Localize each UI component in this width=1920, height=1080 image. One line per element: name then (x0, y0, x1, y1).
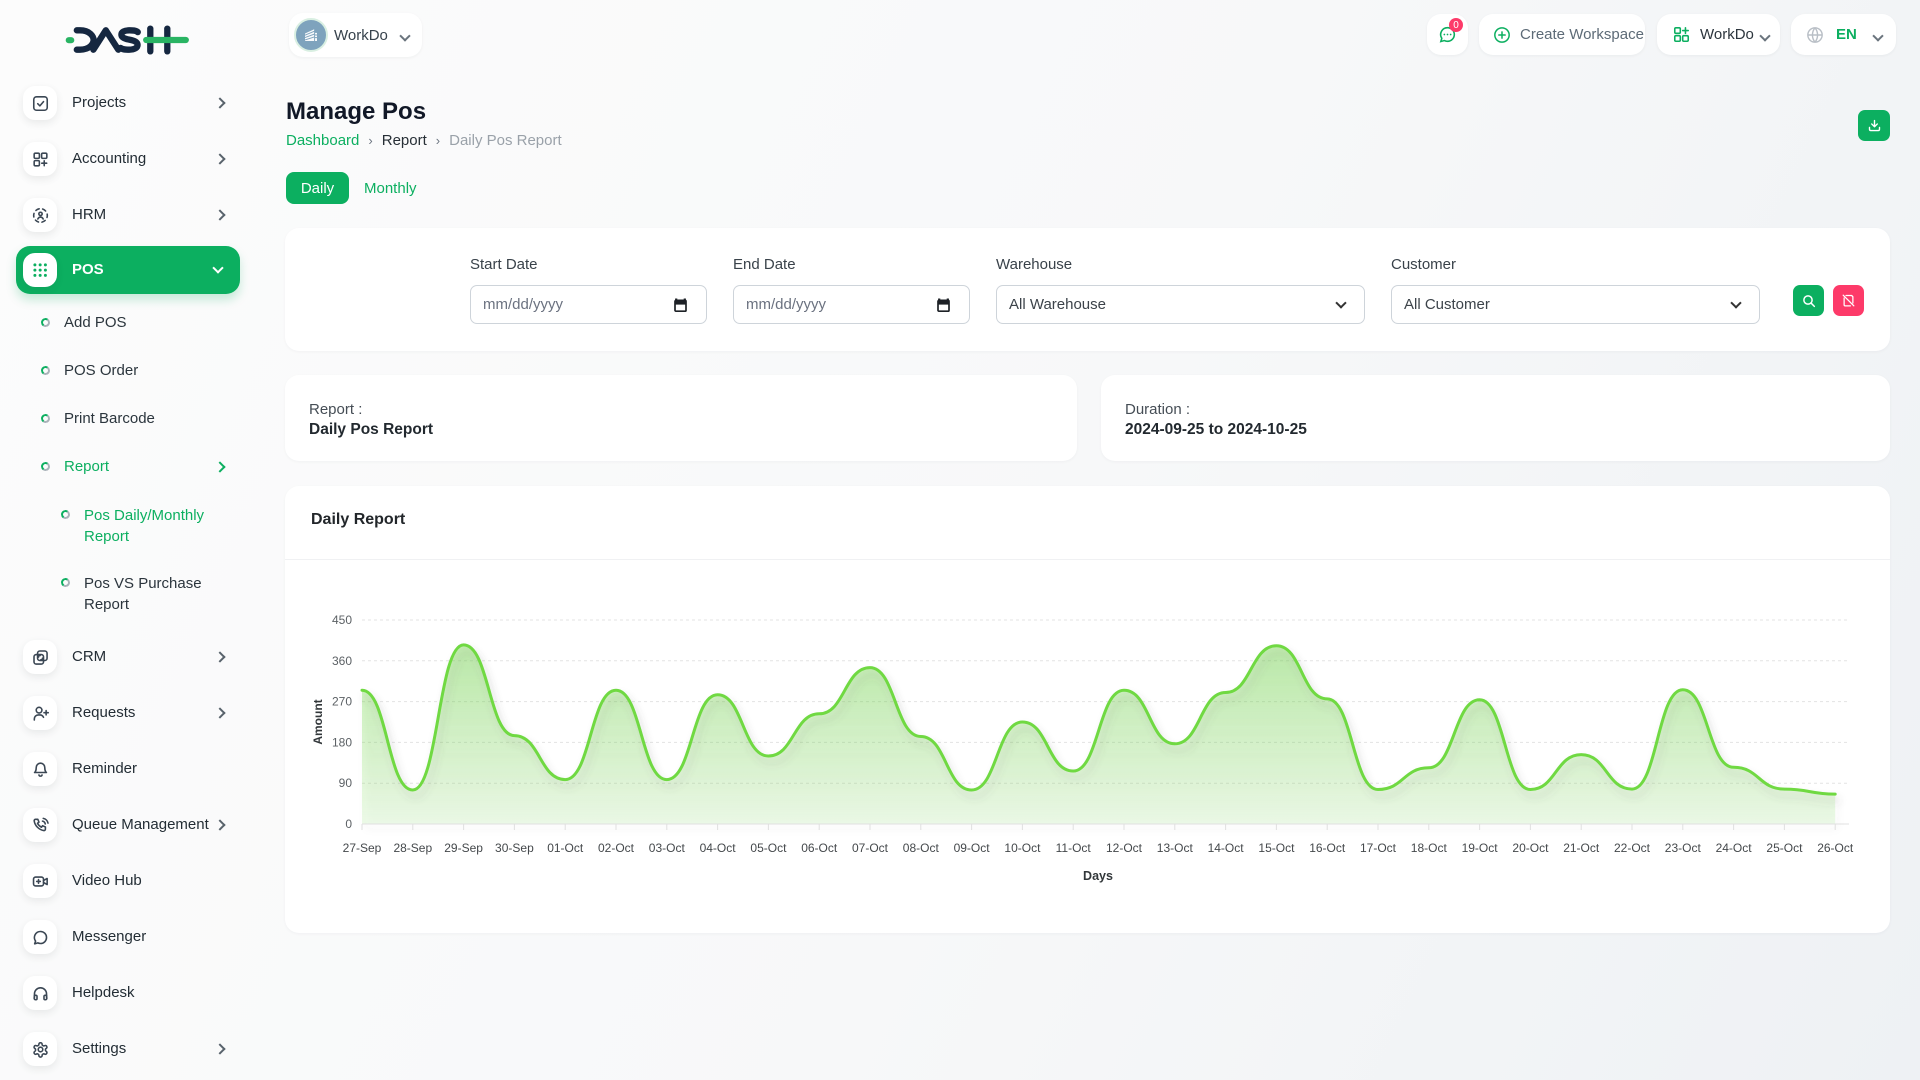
svg-text:28-Sep: 28-Sep (393, 841, 432, 855)
svg-text:23-Oct: 23-Oct (1665, 841, 1702, 855)
svg-text:03-Oct: 03-Oct (649, 841, 686, 855)
svg-text:04-Oct: 04-Oct (700, 841, 737, 855)
svg-text:19-Oct: 19-Oct (1462, 841, 1499, 855)
svg-text:14-Oct: 14-Oct (1208, 841, 1245, 855)
svg-text:01-Oct: 01-Oct (547, 841, 584, 855)
svg-text:11-Oct: 11-Oct (1056, 841, 1092, 855)
svg-text:02-Oct: 02-Oct (598, 841, 635, 855)
svg-text:90: 90 (339, 776, 353, 790)
svg-text:08-Oct: 08-Oct (903, 841, 940, 855)
svg-text:22-Oct: 22-Oct (1614, 841, 1651, 855)
svg-text:17-Oct: 17-Oct (1360, 841, 1397, 855)
svg-text:10-Oct: 10-Oct (1004, 841, 1041, 855)
svg-text:07-Oct: 07-Oct (852, 841, 889, 855)
svg-text:06-Oct: 06-Oct (801, 841, 838, 855)
svg-text:15-Oct: 15-Oct (1258, 841, 1295, 855)
svg-text:12-Oct: 12-Oct (1106, 841, 1143, 855)
svg-text:09-Oct: 09-Oct (954, 841, 991, 855)
svg-text:30-Sep: 30-Sep (495, 841, 534, 855)
svg-text:25-Oct: 25-Oct (1766, 841, 1803, 855)
svg-text:20-Oct: 20-Oct (1512, 841, 1549, 855)
svg-text:180: 180 (332, 735, 352, 749)
svg-text:0: 0 (345, 817, 352, 831)
svg-text:24-Oct: 24-Oct (1716, 841, 1753, 855)
svg-text:13-Oct: 13-Oct (1157, 841, 1194, 855)
svg-text:270: 270 (332, 695, 352, 709)
svg-text:18-Oct: 18-Oct (1411, 841, 1448, 855)
svg-text:Days: Days (1083, 869, 1113, 883)
svg-text:21-Oct: 21-Oct (1563, 841, 1600, 855)
svg-text:27-Sep: 27-Sep (343, 841, 382, 855)
svg-text:26-Oct: 26-Oct (1817, 841, 1854, 855)
svg-text:16-Oct: 16-Oct (1309, 841, 1346, 855)
svg-text:360: 360 (332, 654, 352, 668)
svg-text:450: 450 (332, 613, 352, 627)
svg-text:05-Oct: 05-Oct (750, 841, 787, 855)
svg-text:Amount: Amount (311, 699, 325, 744)
svg-text:29-Sep: 29-Sep (444, 841, 483, 855)
